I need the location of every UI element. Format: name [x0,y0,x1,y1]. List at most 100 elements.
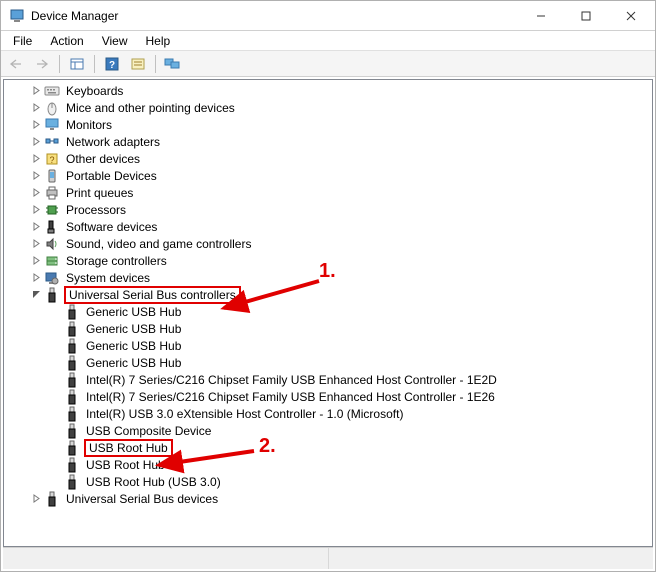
menu-file[interactable]: File [5,33,40,49]
device-tree[interactable]: Keyboards Mice and other pointing devices… [3,79,653,547]
tree-item-label: USB Root Hub [84,458,167,472]
tree-item-label: USB Root Hub (USB 3.0) [84,475,223,489]
maximize-button[interactable] [563,2,608,30]
expand-icon[interactable] [28,219,44,235]
other-icon: ? [44,151,60,167]
tree-item-usb-child-3[interactable]: Generic USB Hub [4,354,652,371]
usb-icon [64,423,80,439]
expand-icon[interactable] [28,134,44,150]
usb-icon [64,338,80,354]
tree-item-usb-child-6[interactable]: Intel(R) USB 3.0 eXtensible Host Control… [4,405,652,422]
tree-item-usb-child-7[interactable]: USB Composite Device [4,422,652,439]
usb-icon [64,389,80,405]
tree-item-usb-child-8[interactable]: USB Root Hub [4,439,652,456]
properties-button[interactable] [65,53,89,75]
expand-icon[interactable] [28,151,44,167]
tree-item-printer[interactable]: Print queues [4,184,652,201]
tree-item-label: Generic USB Hub [84,305,183,319]
menu-action[interactable]: Action [42,33,91,49]
tree-item-usb-controllers[interactable]: Universal Serial Bus controllers [4,286,652,303]
tree-item-cpu[interactable]: Processors [4,201,652,218]
tree-item-label: Other devices [64,152,142,166]
tree-item-label: Intel(R) USB 3.0 eXtensible Host Control… [84,407,405,421]
tree-item-label: USB Root Hub [84,439,173,457]
expand-icon[interactable] [28,185,44,201]
expand-icon[interactable] [28,117,44,133]
menu-bar: File Action View Help [1,31,655,51]
minimize-button[interactable] [518,2,563,30]
system-icon [44,270,60,286]
expand-icon[interactable] [28,236,44,252]
usb-icon [44,287,60,303]
title-bar: Device Manager [1,1,655,31]
tree-item-usb-child-1[interactable]: Generic USB Hub [4,320,652,337]
tree-item-network[interactable]: Network adapters [4,133,652,150]
tree-item-usb-child-4[interactable]: Intel(R) 7 Series/C216 Chipset Family US… [4,371,652,388]
tree-item-usb-devices[interactable]: Universal Serial Bus devices [4,490,652,507]
svg-text:?: ? [109,60,115,71]
tree-item-label: Monitors [64,118,114,132]
tree-item-software[interactable]: Software devices [4,218,652,235]
cpu-icon [44,202,60,218]
tree-item-usb-child-2[interactable]: Generic USB Hub [4,337,652,354]
tree-item-usb-child-5[interactable]: Intel(R) 7 Series/C216 Chipset Family US… [4,388,652,405]
expand-icon[interactable] [28,83,44,99]
tree-item-other[interactable]: ? Other devices [4,150,652,167]
tree-item-portable[interactable]: Portable Devices [4,167,652,184]
tree-item-label: Network adapters [64,135,162,149]
tree-item-sound[interactable]: Sound, video and game controllers [4,235,652,252]
tree-item-keyboard[interactable]: Keyboards [4,82,652,99]
nav-forward-button[interactable] [30,53,54,75]
window-title: Device Manager [31,9,518,23]
usb-icon [64,406,80,422]
network-icon [44,134,60,150]
menu-help[interactable]: Help [138,33,179,49]
expand-icon[interactable] [28,202,44,218]
tree-item-label: Software devices [64,220,159,234]
tree-item-system[interactable]: System devices [4,269,652,286]
usb-icon [64,457,80,473]
storage-icon [44,253,60,269]
tree-item-label: System devices [64,271,152,285]
app-icon [9,8,25,24]
usb-icon [44,491,60,507]
tree-item-label: Processors [64,203,128,217]
close-button[interactable] [608,2,653,30]
toolbar-separator [94,55,95,73]
tree-item-label: Print queues [64,186,135,200]
mouse-icon [44,100,60,116]
usb-icon [64,355,80,371]
expand-icon[interactable] [28,168,44,184]
software-icon [44,219,60,235]
tree-item-label: Intel(R) 7 Series/C216 Chipset Family US… [84,373,499,387]
collapse-icon[interactable] [28,287,44,303]
menu-view[interactable]: View [94,33,136,49]
sound-icon [44,236,60,252]
help-button[interactable]: ? [100,53,124,75]
monitors-button[interactable] [161,53,185,75]
tree-item-usb-child-9[interactable]: USB Root Hub [4,456,652,473]
status-cell [3,548,329,569]
expand-icon[interactable] [28,253,44,269]
toolbar-separator [155,55,156,73]
svg-text:?: ? [49,155,54,165]
status-bar [3,547,653,569]
status-cell [329,548,654,569]
tree-item-label: Mice and other pointing devices [64,101,237,115]
keyboard-icon [44,83,60,99]
tree-item-label: Generic USB Hub [84,339,183,353]
expand-icon[interactable] [28,100,44,116]
tree-item-usb-child-10[interactable]: USB Root Hub (USB 3.0) [4,473,652,490]
nav-back-button[interactable] [4,53,28,75]
tree-item-monitor[interactable]: Monitors [4,116,652,133]
portable-icon [44,168,60,184]
tree-item-mouse[interactable]: Mice and other pointing devices [4,99,652,116]
expand-icon[interactable] [28,491,44,507]
tree-item-storage[interactable]: Storage controllers [4,252,652,269]
scan-button[interactable] [126,53,150,75]
expand-icon[interactable] [28,270,44,286]
usb-icon [64,440,80,456]
usb-icon [64,304,80,320]
tree-item-label: Universal Serial Bus devices [64,492,220,506]
tree-item-usb-child-0[interactable]: Generic USB Hub [4,303,652,320]
